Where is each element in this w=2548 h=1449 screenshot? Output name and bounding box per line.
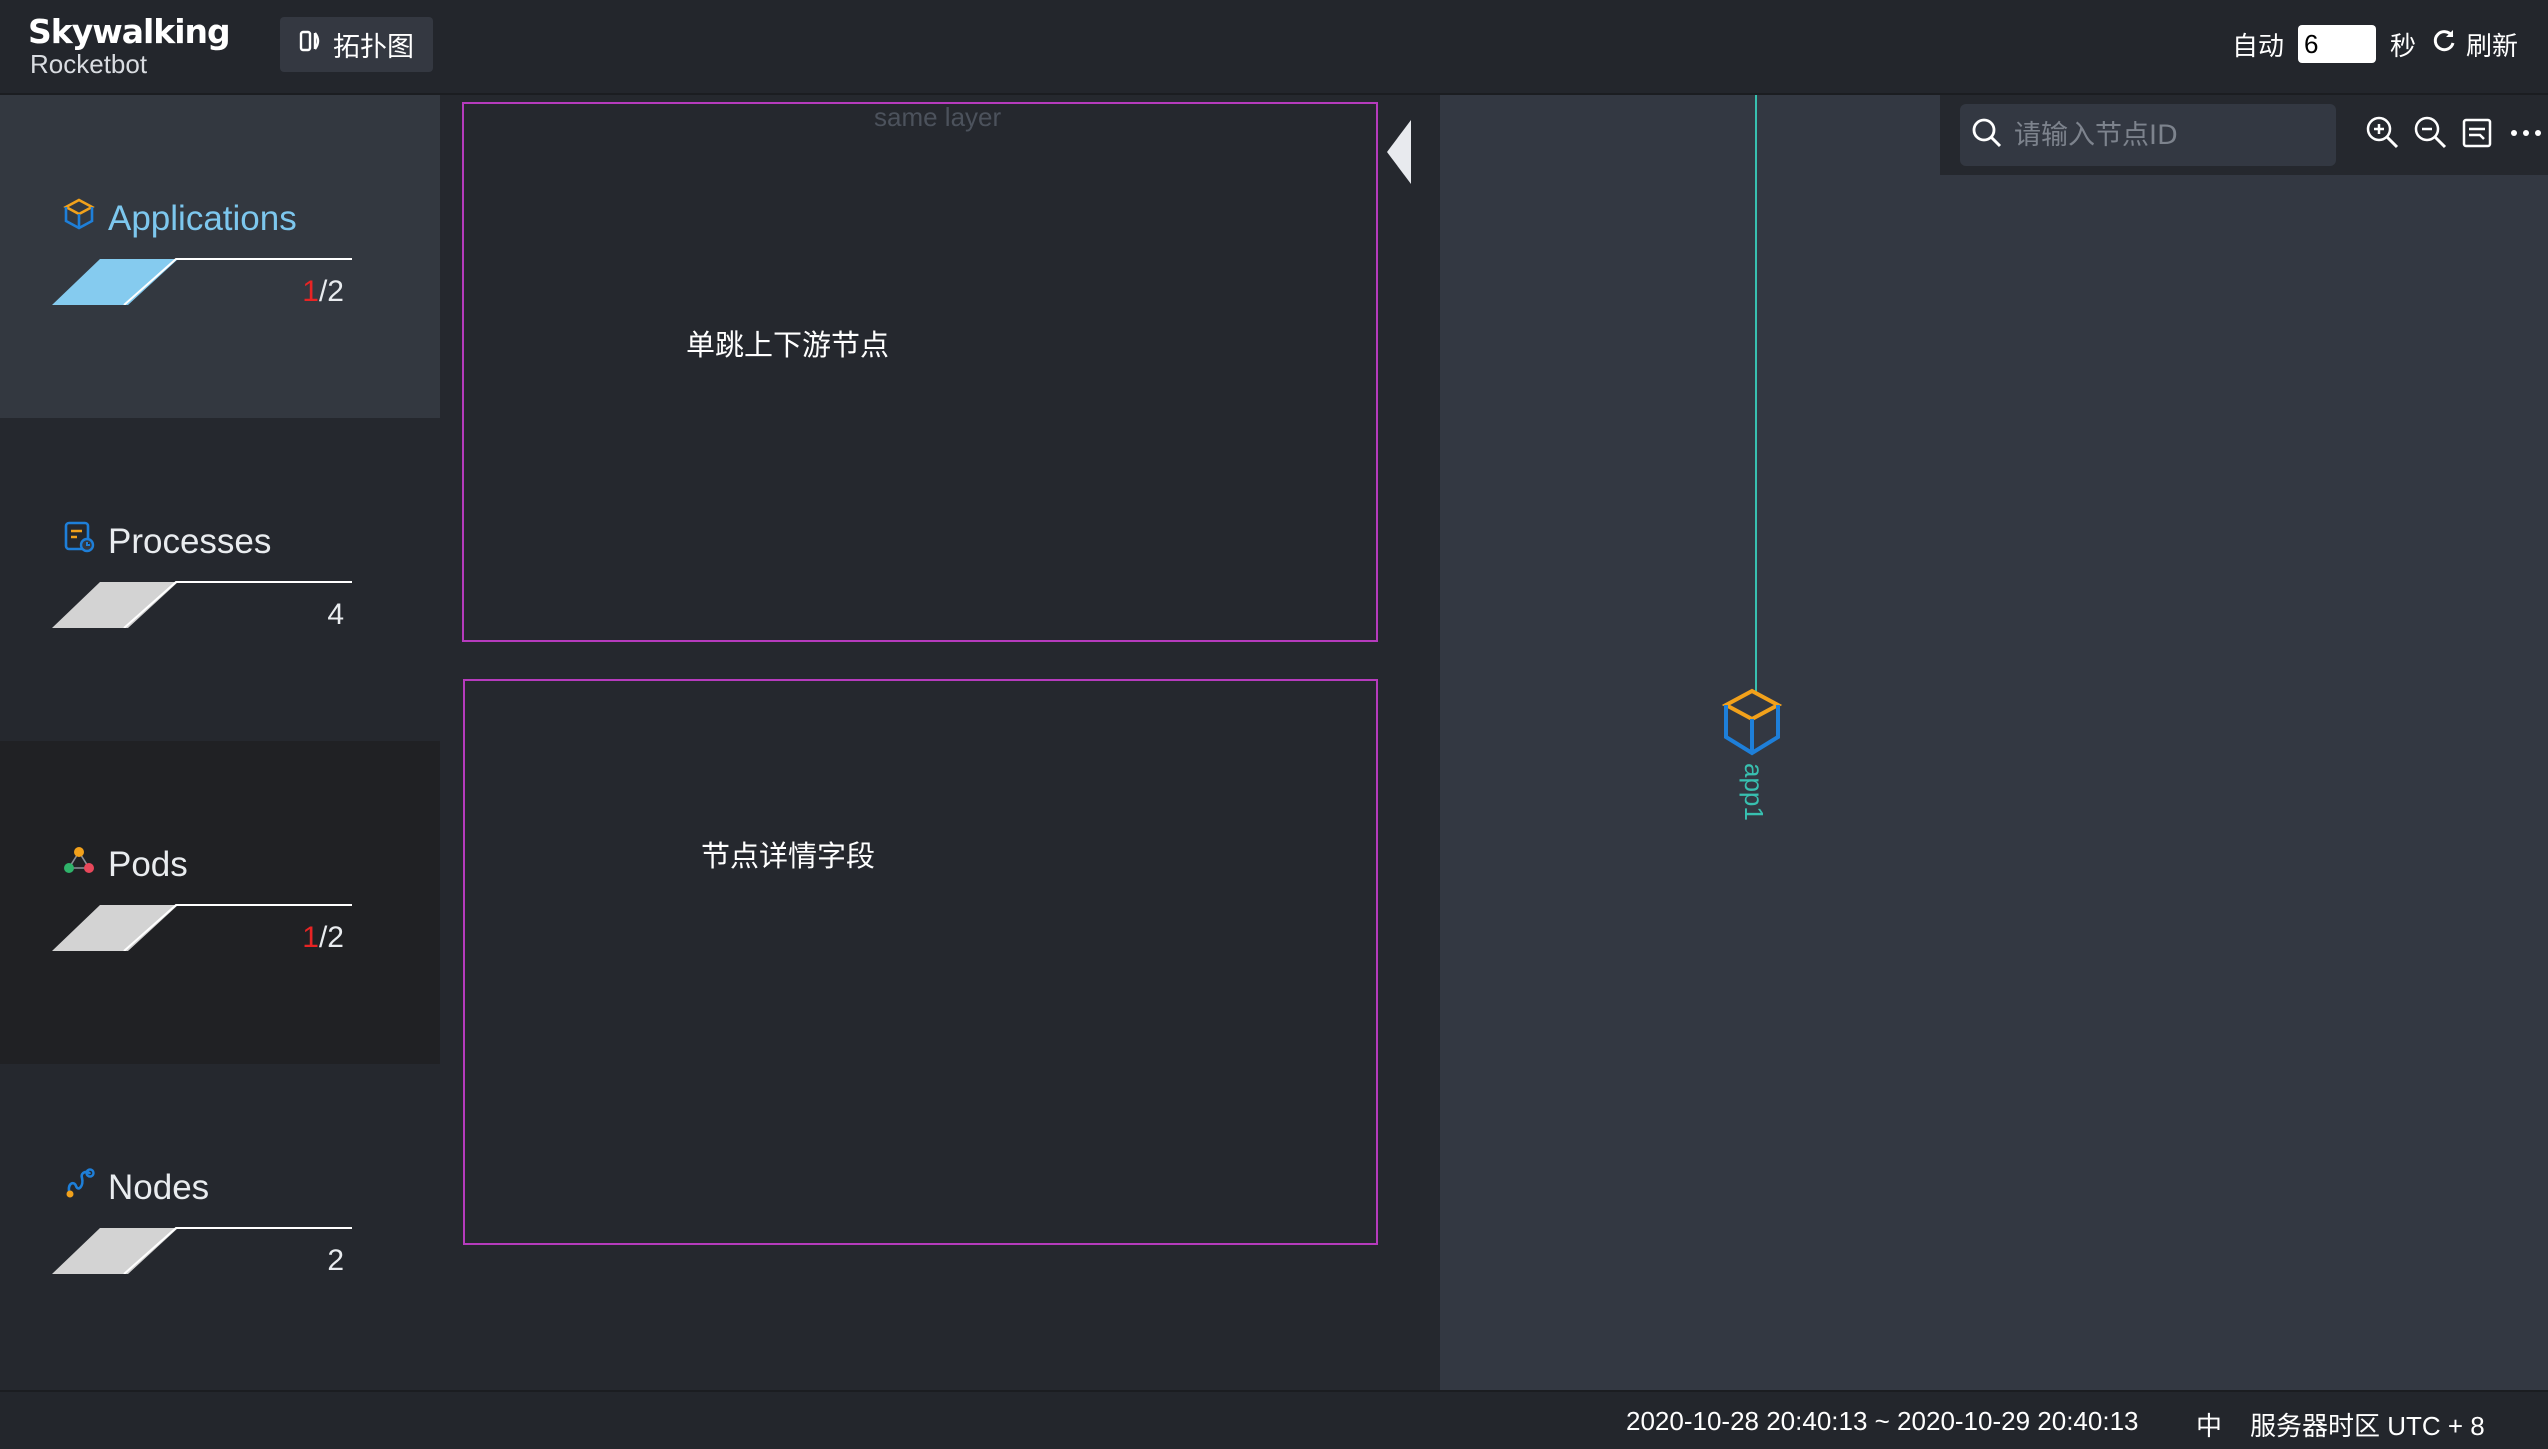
auto-refresh-toggle[interactable]: 自动 — [2232, 26, 2284, 63]
topology-canvas[interactable]: app1 — [1440, 95, 2548, 1390]
sidebar-count: 4 — [327, 598, 344, 631]
zoom-in-icon[interactable] — [2364, 113, 2400, 153]
sidebar-item-label: Processes — [108, 521, 272, 561]
node-link-icon — [62, 1166, 96, 1209]
time-range-selector[interactable]: 2020-10-28 20:40:13 ~ 2020-10-29 20:40:1… — [1626, 1406, 2138, 1437]
sidebar-item-applications[interactable]: Applications 1/2 — [0, 95, 440, 418]
sidebar: Applications 1/2 Processes 4 Pods 1/2 No… — [0, 95, 440, 1390]
topology-button[interactable]: 拓扑图 — [280, 17, 433, 72]
topology-button-label: 拓扑图 — [333, 32, 414, 63]
sidebar-count: 2 — [327, 1244, 344, 1277]
collapse-arrow-icon[interactable] — [1387, 120, 1411, 184]
fit-view-icon[interactable] — [2460, 113, 2496, 153]
process-icon — [62, 520, 96, 563]
node-detail-label: 节点详情字段 — [701, 839, 876, 873]
top-header: Skywalking Rocketbot 拓扑图 自动 秒 刷新 — [0, 0, 2548, 95]
refresh-button[interactable]: 刷新 — [2430, 26, 2518, 63]
topology-node-app1[interactable] — [1720, 687, 1784, 759]
sidebar-item-label: Nodes — [108, 1167, 210, 1207]
upstream-downstream-label: 单跳上下游节点 — [686, 328, 890, 362]
sidebar-item-pods[interactable]: Pods 1/2 — [0, 741, 440, 1064]
node-label: app1 — [1739, 763, 1769, 821]
language-toggle[interactable]: 中 — [2196, 1406, 2222, 1443]
node-detail-panel: same layer 单跳上下游节点 节点详情字段 — [440, 95, 1440, 1390]
application-cube-icon — [62, 197, 96, 240]
upstream-downstream-box: 单跳上下游节点 — [462, 102, 1378, 642]
logo-subtitle: Rocketbot — [30, 49, 148, 79]
sidebar-count: 1/2 — [302, 921, 344, 954]
sidebar-item-label: Pods — [108, 844, 188, 884]
pod-icon — [62, 843, 96, 886]
more-icon[interactable] — [2508, 113, 2544, 153]
node-search-box — [1960, 104, 2336, 166]
logo-title: Skywalking — [28, 12, 231, 51]
node-detail-box: 节点详情字段 — [463, 679, 1378, 1245]
application-cube-icon — [1721, 688, 1783, 756]
sidebar-count: 1/2 — [302, 275, 344, 308]
progress-graphic — [52, 1227, 352, 1274]
sidebar-item-processes[interactable]: Processes 4 — [0, 418, 440, 741]
node-search-input[interactable] — [2012, 118, 2316, 152]
canvas-toolbar — [1940, 95, 2548, 175]
topology-icon — [299, 28, 323, 61]
progress-graphic — [52, 581, 352, 628]
logo[interactable]: Skywalking Rocketbot — [28, 12, 231, 79]
zoom-out-icon[interactable] — [2412, 113, 2448, 153]
refresh-controls: 自动 秒 刷新 — [2232, 22, 2518, 66]
status-footer: 2020-10-28 20:40:13 ~ 2020-10-29 20:40:1… — [0, 1390, 2548, 1449]
refresh-icon — [2430, 27, 2458, 62]
topology-edge — [1755, 95, 1757, 695]
sidebar-item-label: Applications — [108, 198, 297, 238]
seconds-label: 秒 — [2389, 31, 2416, 62]
refresh-interval-input[interactable] — [2297, 25, 2376, 63]
search-icon — [1960, 116, 2004, 154]
sidebar-item-nodes[interactable]: Nodes 2 — [0, 1064, 440, 1387]
refresh-label: 刷新 — [2465, 31, 2518, 62]
timezone-label: 服务器时区 UTC + 8 — [2250, 1411, 2485, 1441]
